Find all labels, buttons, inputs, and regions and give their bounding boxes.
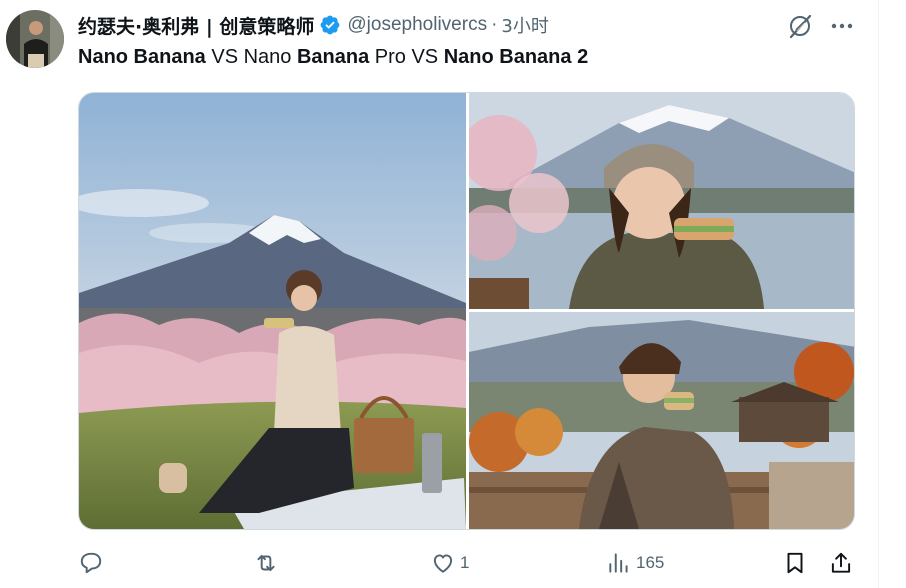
views-count: 165 — [636, 553, 665, 572]
like-button[interactable]: 1 — [430, 548, 469, 578]
bookmark-icon — [787, 552, 803, 574]
photo-woman-plaid-bench-fuji[interactable] — [469, 312, 854, 529]
share-icon — [831, 552, 851, 573]
photo-woman-beanie-lake-fuji[interactable] — [469, 93, 854, 309]
views-button[interactable]: 165 — [606, 548, 664, 578]
retweet-button[interactable] — [253, 548, 283, 578]
more-options-icon[interactable] — [828, 12, 856, 40]
analytics-icon — [609, 553, 628, 573]
heart-icon — [433, 554, 453, 573]
avatar[interactable] — [6, 10, 64, 68]
tweet-text-segment: Nano Banana 2 — [443, 46, 589, 68]
tweet-text: Nano Banana VS Nano Banana Pro VS Nano B… — [78, 46, 588, 69]
author-handle[interactable]: @josepholivercs — [347, 14, 487, 36]
photo-woman-picnic-fuji[interactable] — [79, 93, 466, 529]
tweet-header: 约瑟夫·奥利弗 | 创意策略师 @josepholivercs · 3小时 — [78, 12, 549, 38]
like-count: 1 — [460, 553, 470, 572]
reply-button[interactable] — [78, 548, 108, 578]
reply-icon — [80, 552, 102, 574]
share-button[interactable] — [828, 548, 854, 578]
tweet-text-segment: VS Nano — [205, 46, 297, 68]
display-name[interactable]: 约瑟夫·奥利弗 | 创意策略师 — [78, 12, 314, 39]
media-grid — [78, 92, 855, 530]
verified-badge-icon[interactable] — [319, 14, 341, 36]
retweet-icon — [257, 554, 275, 572]
tweet-text-segment: Banana — [296, 46, 370, 68]
timestamp[interactable]: 3小时 — [501, 12, 548, 38]
bookmark-button[interactable] — [782, 548, 808, 578]
grok-icon[interactable] — [786, 12, 814, 40]
timeline-divider — [878, 0, 879, 588]
separator-dot: · — [491, 14, 498, 35]
tweet-text-segment: Nano Banana — [78, 46, 206, 68]
tweet-actions: 1 165 — [0, 548, 906, 578]
tweet-text-segment: Pro VS — [369, 46, 444, 68]
